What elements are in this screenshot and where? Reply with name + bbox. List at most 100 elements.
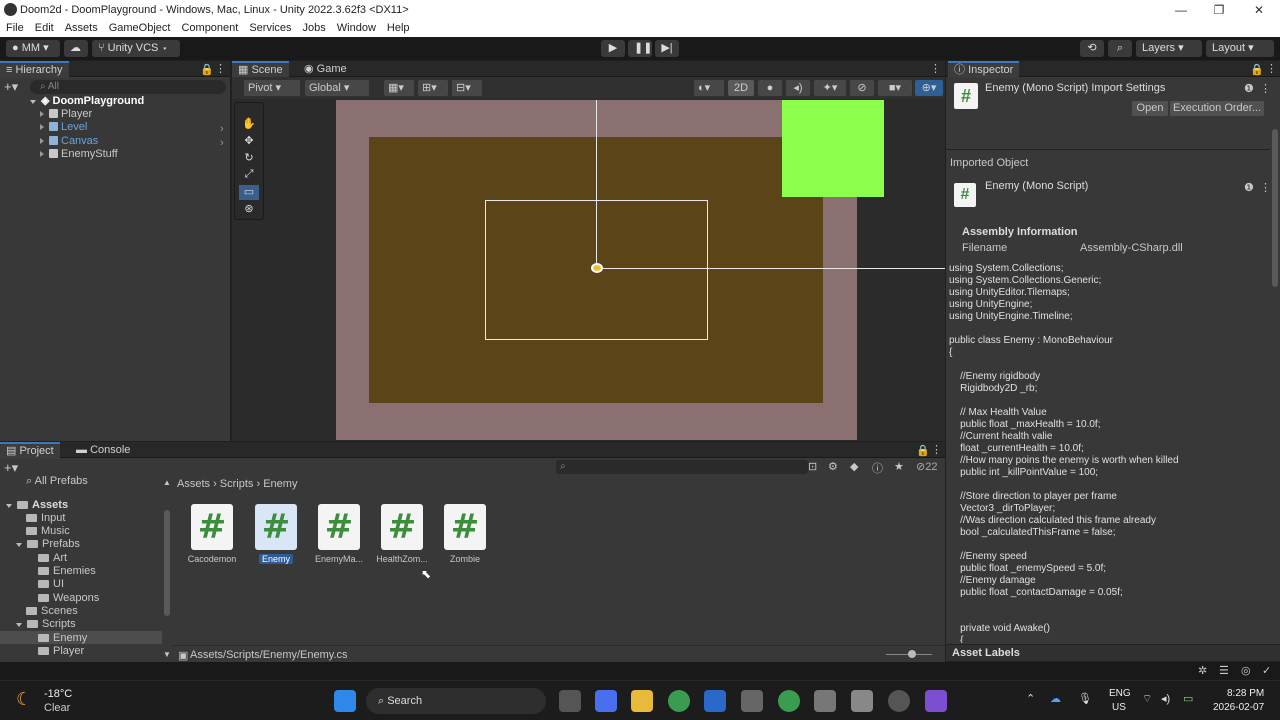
microphone-icon[interactable]: 🎙	[1078, 692, 1092, 705]
weather-moon-icon[interactable]: ☾	[16, 689, 32, 710]
status-check-icon[interactable]: ✓	[1262, 664, 1271, 677]
cloud-button[interactable]: ☁	[64, 40, 88, 57]
hierarchy-item-player[interactable]: Player	[40, 108, 92, 121]
weather-condition[interactable]: Clear	[44, 702, 70, 714]
kebab-menu-icon[interactable]: ⋮	[1260, 82, 1271, 95]
weather-temp[interactable]: -18°C	[44, 688, 72, 700]
file-explorer-icon[interactable]	[631, 690, 653, 712]
tree-all-prefabs[interactable]: ⌕ All Prefabs	[26, 475, 88, 488]
tree-scrollbar[interactable]: ▲ ▼	[163, 478, 171, 659]
zoom-slider-handle[interactable]	[908, 650, 916, 658]
tree-ui[interactable]: UI	[38, 578, 64, 591]
open-button[interactable]: Open	[1132, 101, 1168, 116]
expand-icon[interactable]	[6, 504, 12, 508]
gizmos-dropdown[interactable]: ⊕▾	[915, 80, 943, 96]
scrollbar[interactable]	[1272, 129, 1278, 287]
2d-toggle[interactable]: 2D	[728, 80, 754, 96]
tab-game[interactable]: ◉ Game	[298, 61, 353, 78]
breadcrumb-assets[interactable]: Assets	[177, 478, 210, 490]
tree-art[interactable]: Art	[38, 552, 67, 565]
chrome-icon[interactable]	[668, 690, 690, 712]
tab-project[interactable]: ▤ Project	[0, 442, 60, 459]
move-tool-icon[interactable]: ✥	[239, 134, 259, 149]
menu-edit[interactable]: Edit	[29, 20, 59, 34]
clock-date[interactable]: 2026-02-07	[1213, 702, 1264, 713]
copilot-icon[interactable]	[595, 690, 617, 712]
tab-console[interactable]: ▬ Console	[70, 442, 136, 459]
chevron-right-icon[interactable]: ›	[220, 123, 224, 135]
pivot-dropdown[interactable]: Pivot ▾	[244, 80, 300, 96]
tree-music[interactable]: Music	[26, 525, 70, 538]
collapse-icon[interactable]	[40, 151, 44, 157]
asset-enemy[interactable]: # Enemy	[246, 504, 306, 564]
audio-toggle[interactable]: ◂)	[786, 80, 810, 96]
lighting-toggle[interactable]: ●	[758, 80, 782, 96]
close-button[interactable]: ✕	[1244, 1, 1274, 19]
battery-icon[interactable]: ▭	[1183, 692, 1193, 705]
breadcrumb-enemy[interactable]: Enemy	[263, 478, 297, 490]
lock-icon[interactable]: 🔒	[1250, 63, 1264, 76]
tab-scene[interactable]: ▦ Scene	[232, 61, 289, 78]
tree-weapons[interactable]: Weapons	[38, 592, 99, 605]
step-button[interactable]: ▶|	[655, 40, 679, 57]
asset-healthzombie[interactable]: # HealthZom...	[372, 504, 432, 564]
global-dropdown[interactable]: Global ▾	[305, 80, 369, 96]
info-icon[interactable]: ⓘ	[872, 460, 883, 476]
chevron-up-icon[interactable]: ⌃	[1026, 692, 1035, 705]
hierarchy-search-input[interactable]: ⌕ All	[30, 80, 226, 94]
pause-button[interactable]: ❚❚	[628, 40, 652, 57]
taskbar-search[interactable]: ⌕ Search	[366, 688, 546, 714]
menu-services[interactable]: Services	[243, 20, 296, 34]
kebab-menu-icon[interactable]: ⋮	[931, 443, 942, 456]
scene-root[interactable]: ◈ DoomPlayground	[30, 95, 144, 108]
tree-enemies[interactable]: Enemies	[38, 565, 96, 578]
kebab-menu-icon[interactable]: ⋮	[1266, 62, 1277, 75]
menu-gameobject[interactable]: GameObject	[103, 20, 176, 34]
layers-dropdown[interactable]: Layers ▾	[1136, 40, 1202, 57]
account-button[interactable]: ● MM ▾	[6, 40, 60, 57]
onedrive-icon[interactable]: ☁	[1050, 692, 1061, 705]
menu-component[interactable]: Component	[175, 20, 243, 34]
volume-icon[interactable]: ◂)	[1161, 692, 1170, 705]
store-icon[interactable]	[704, 690, 726, 712]
chevron-down-icon[interactable]: ▼	[163, 650, 171, 659]
play-button[interactable]: ▶	[601, 40, 625, 57]
tree-input[interactable]: Input	[26, 512, 65, 525]
help-icon[interactable]: ❶	[1244, 82, 1254, 95]
collapse-icon[interactable]	[40, 111, 44, 117]
breadcrumb-scripts[interactable]: Scripts	[220, 478, 254, 490]
scroll-thumb[interactable]	[164, 510, 170, 616]
draw-mode-button[interactable]: ◐▾	[694, 80, 724, 96]
maximize-button[interactable]: ❐	[1204, 1, 1234, 19]
chevron-up-icon[interactable]: ▲	[163, 478, 171, 487]
language-secondary[interactable]: US	[1112, 702, 1126, 713]
kebab-menu-icon[interactable]: ⋮	[1260, 181, 1271, 194]
tree-scripts[interactable]: Scripts	[16, 618, 76, 631]
vcs-button[interactable]: ⑂ Unity VCS ▾	[92, 40, 180, 57]
effects-dropdown[interactable]: ✦▾	[814, 80, 846, 96]
bake-icon[interactable]: ◎	[1241, 664, 1251, 677]
expand-icon[interactable]	[16, 543, 22, 547]
search-button[interactable]: ⌕	[1108, 40, 1132, 57]
expand-icon[interactable]	[30, 100, 36, 104]
grid-toggle-button[interactable]: ⊞▾	[418, 80, 448, 96]
menu-jobs[interactable]: Jobs	[297, 20, 331, 34]
player-gizmo-icon[interactable]	[591, 263, 603, 273]
label-filter-icon[interactable]: ◆	[850, 460, 858, 473]
tree-scenes[interactable]: Scenes	[26, 605, 78, 618]
tree-assets[interactable]: Assets	[6, 499, 68, 512]
menu-window[interactable]: Window	[331, 20, 381, 34]
wifi-icon[interactable]: ⌔	[1142, 692, 1152, 706]
windows-start-icon[interactable]	[334, 690, 356, 712]
tree-prefabs[interactable]: Prefabs	[16, 538, 80, 551]
layers-icon[interactable]: ☰	[1219, 664, 1229, 677]
task-view-icon[interactable]	[559, 690, 581, 712]
type-filter-icon[interactable]: ⚙	[828, 460, 838, 473]
kebab-menu-icon[interactable]: ⋮	[930, 62, 941, 75]
scene-search-icon[interactable]: ⊡	[808, 460, 817, 473]
asset-zombie[interactable]: # Zombie	[435, 504, 495, 564]
asset-labels-bar[interactable]: Asset Labels	[946, 644, 1280, 661]
tab-inspector[interactable]: ⓘ Inspector	[948, 61, 1020, 78]
tree-player[interactable]: Player	[38, 645, 84, 658]
hand-tool-icon[interactable]: ✋	[239, 117, 259, 132]
